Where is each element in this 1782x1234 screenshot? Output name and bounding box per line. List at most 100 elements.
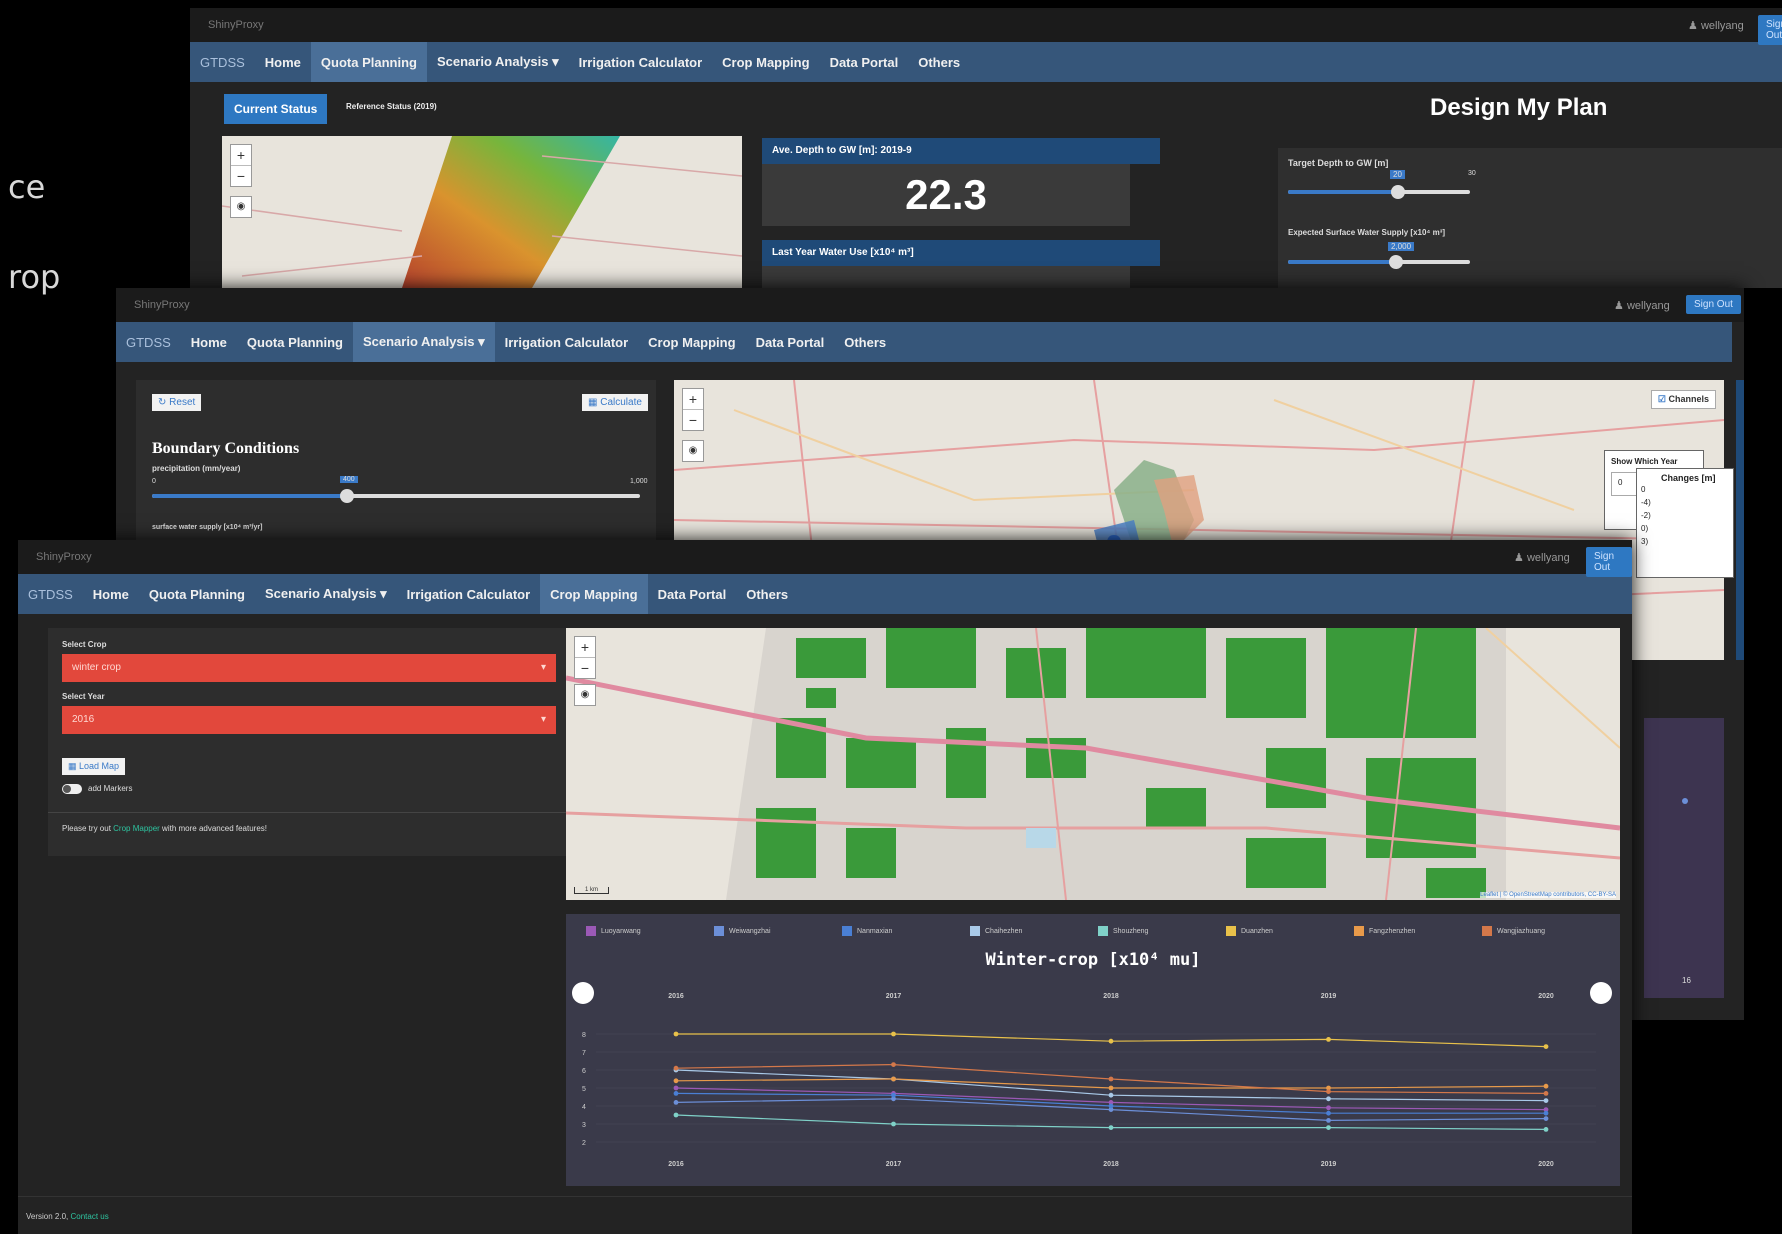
series-point[interactable] xyxy=(1543,1091,1549,1096)
y-tick-label: 7 xyxy=(582,1050,586,1057)
series-point[interactable] xyxy=(1543,1083,1549,1089)
series-point[interactable] xyxy=(1543,1127,1549,1132)
reset-button[interactable]: ↻ Reset xyxy=(152,394,202,411)
nav-home[interactable]: Home xyxy=(83,574,139,614)
nav-data-portal[interactable]: Data Portal xyxy=(746,322,835,362)
select-year-dropdown[interactable]: 2016 ▾ xyxy=(62,706,556,734)
add-markers-toggle[interactable] xyxy=(62,784,82,794)
zoom-out-icon[interactable]: − xyxy=(231,166,251,186)
nav-irrigation-calculator[interactable]: Irrigation Calculator xyxy=(397,574,541,614)
series-point[interactable] xyxy=(1543,1110,1549,1116)
channels-toggle[interactable]: ☑ Channels xyxy=(1650,390,1716,409)
contact-link[interactable]: Contact us xyxy=(70,1212,108,1221)
series-point[interactable] xyxy=(891,1092,896,1098)
signout-button[interactable]: Sign Out xyxy=(1758,15,1782,45)
crop-map[interactable]: + − ◉ 1 km Leaflet | © OpenStreetMap cont… xyxy=(566,628,1620,900)
calculate-button[interactable]: ▦ Calculate xyxy=(582,394,648,411)
series-point[interactable] xyxy=(1326,1037,1331,1042)
series-point[interactable] xyxy=(1543,1044,1549,1049)
zoom-out-icon[interactable]: − xyxy=(575,658,595,678)
nav-data-portal[interactable]: Data Portal xyxy=(648,574,737,614)
series-point[interactable] xyxy=(673,1112,679,1118)
zoom-in-icon[interactable]: + xyxy=(683,389,703,410)
nav-irrigation-calculator[interactable]: Irrigation Calculator xyxy=(495,322,639,362)
series-point[interactable] xyxy=(1108,1076,1114,1082)
series-point[interactable] xyxy=(1326,1105,1331,1111)
nav-quota-planning[interactable]: Quota Planning xyxy=(139,574,255,614)
tab-current-status[interactable]: Current Status xyxy=(224,94,328,124)
precip-value: 400 xyxy=(340,476,358,483)
signout-button[interactable]: Sign Out xyxy=(1586,547,1632,577)
series-point[interactable] xyxy=(673,1031,679,1037)
nav-others[interactable]: Others xyxy=(834,322,896,362)
status-map[interactable]: + − ◉ xyxy=(222,136,742,288)
note-suffix: with more advanced features! xyxy=(159,824,267,833)
nav-scenario-analysis[interactable]: Scenario Analysis ▾ xyxy=(255,574,397,614)
target-depth-slider[interactable] xyxy=(1391,185,1405,199)
nav-brand[interactable]: GTDSS xyxy=(116,322,181,362)
load-map-label: Load Map xyxy=(79,761,120,771)
series-point[interactable] xyxy=(891,1121,896,1127)
series-point[interactable] xyxy=(673,1085,679,1091)
series-point[interactable] xyxy=(891,1031,896,1037)
select-crop-dropdown[interactable]: winter crop ▾ xyxy=(62,654,556,682)
series-point[interactable] xyxy=(891,1062,896,1067)
zoom-in-icon[interactable]: + xyxy=(575,637,595,658)
nav-crop-mapping[interactable]: Crop Mapping xyxy=(712,42,819,82)
series-point[interactable] xyxy=(1326,1096,1331,1102)
map-attribution[interactable]: Leaflet | © OpenStreetMap contributors, … xyxy=(1480,892,1616,898)
signout-button[interactable]: Sign Out xyxy=(1686,295,1741,314)
nav-crop-mapping[interactable]: Crop Mapping xyxy=(540,574,648,614)
series-point[interactable] xyxy=(673,1078,679,1084)
series-point[interactable] xyxy=(1108,1085,1114,1091)
tab-reference-status[interactable]: Reference Status (2019) xyxy=(346,102,437,111)
series-point[interactable] xyxy=(1108,1103,1114,1109)
series-point[interactable] xyxy=(1326,1089,1331,1094)
footer-version: Version 2.0, xyxy=(26,1212,71,1221)
series-point[interactable] xyxy=(1543,1116,1549,1121)
side-chart-label: 16 xyxy=(1682,976,1691,985)
nav-home[interactable]: Home xyxy=(255,42,311,82)
chart-point xyxy=(1682,798,1688,804)
brand-label: ShinyProxy xyxy=(36,551,92,563)
nav-quota-planning[interactable]: Quota Planning xyxy=(310,42,427,82)
chevron-down-icon: ▾ xyxy=(540,714,546,725)
nav-irrigation-calculator[interactable]: Irrigation Calculator xyxy=(569,42,713,82)
nav-brand[interactable]: GTDSS xyxy=(190,42,255,82)
precip-slider[interactable] xyxy=(340,489,355,503)
locate-icon[interactable]: ◉ xyxy=(574,684,596,706)
series-point[interactable] xyxy=(1326,1118,1331,1123)
zoom-out-icon[interactable]: − xyxy=(683,410,703,430)
locate-icon[interactable]: ◉ xyxy=(230,196,252,218)
load-map-button[interactable]: ▦ Load Map xyxy=(62,758,126,775)
locate-icon[interactable]: ◉ xyxy=(682,440,704,462)
nav-quota-planning[interactable]: Quota Planning xyxy=(237,322,353,362)
series-point[interactable] xyxy=(891,1076,896,1082)
series-point[interactable] xyxy=(673,1091,679,1096)
nav-others[interactable]: Others xyxy=(736,574,798,614)
series-point[interactable] xyxy=(1543,1098,1549,1103)
map-icon: ▦ xyxy=(68,761,77,771)
nav-brand[interactable]: GTDSS xyxy=(18,574,83,614)
zoom-in-icon[interactable]: + xyxy=(231,145,251,166)
top-bar: ShinyProxy ♟ wellyang Sign Out xyxy=(116,288,1744,322)
nav-scenario-analysis[interactable]: Scenario Analysis ▾ xyxy=(427,42,569,82)
nav-others[interactable]: Others xyxy=(908,42,970,82)
series-point[interactable] xyxy=(1108,1125,1114,1130)
series-point[interactable] xyxy=(1108,1038,1114,1044)
nav-data-portal[interactable]: Data Portal xyxy=(820,42,909,82)
nav-crop-mapping[interactable]: Crop Mapping xyxy=(638,322,745,362)
series-point[interactable] xyxy=(673,1100,679,1105)
surface-supply-slider[interactable] xyxy=(1389,255,1403,269)
series-point[interactable] xyxy=(1326,1110,1331,1116)
checkbox-icon: ☑ xyxy=(1657,394,1666,404)
nav-scenario-analysis[interactable]: Scenario Analysis ▾ xyxy=(352,322,495,362)
series-point[interactable] xyxy=(1326,1125,1331,1130)
main-nav: GTDSS Home Quota Planning Scenario Analy… xyxy=(116,322,1732,362)
crop-mapper-link[interactable]: Crop Mapper xyxy=(113,824,160,833)
series-point[interactable] xyxy=(1108,1092,1114,1098)
nav-home[interactable]: Home xyxy=(181,322,237,362)
x-tick-label: 2016 xyxy=(668,993,684,1000)
crop-mapper-note: Please try out Crop Mapper with more adv… xyxy=(62,824,267,833)
series-point[interactable] xyxy=(673,1065,679,1071)
